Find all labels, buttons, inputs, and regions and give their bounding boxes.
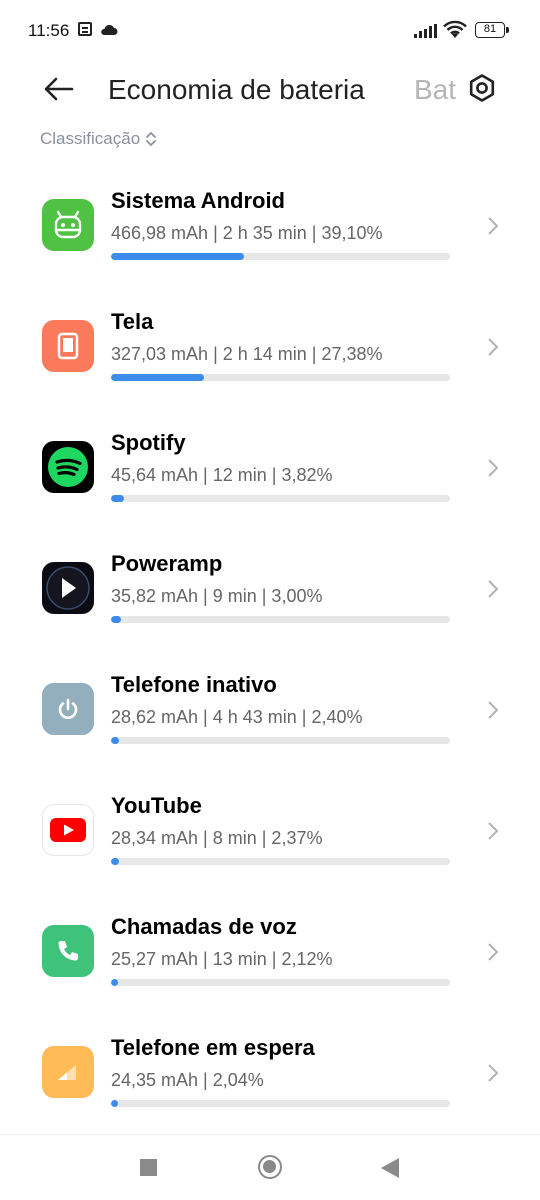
app-header: Economia de bateria Bat	[0, 60, 540, 120]
list-item-telefone-em-espera[interactable]: Telefone em espera 24,35 mAh | 2,04%	[0, 1022, 540, 1143]
app-usage-stats: 45,64 mAh | 12 min | 3,82%	[111, 465, 333, 485]
usage-progress-bar	[111, 374, 450, 381]
signal-icon	[42, 1046, 94, 1098]
usage-progress-bar	[111, 253, 450, 260]
home-button[interactable]	[258, 1155, 282, 1179]
sort-dropdown[interactable]: Classificação	[40, 129, 157, 149]
usage-progress-bar	[111, 737, 450, 744]
usage-progress-fill	[111, 374, 204, 381]
list-item-chamadas-de-voz[interactable]: Chamadas de voz 25,27 mAh | 13 min | 2,1…	[0, 901, 540, 1022]
tab-next-page[interactable]: Bat	[414, 74, 456, 106]
app-usage-stats: 28,62 mAh | 4 h 43 min | 2,40%	[111, 707, 363, 727]
youtube-icon	[42, 804, 94, 856]
app-name: Poweramp	[111, 551, 223, 576]
app-usage-stats: 35,82 mAh | 9 min | 3,00%	[111, 586, 323, 606]
usage-progress-fill	[111, 737, 120, 744]
message-notification-icon	[78, 22, 92, 36]
usage-progress-fill	[111, 858, 120, 865]
battery-icon: 81	[475, 22, 509, 38]
app-name: Telefone em espera	[111, 1035, 315, 1060]
page-title: Economia de bateria	[108, 74, 365, 105]
app-usage-stats: 327,03 mAh | 2 h 14 min | 27,38%	[111, 344, 383, 364]
phone-icon	[42, 925, 94, 977]
app-usage-stats: 24,35 mAh | 2,04%	[111, 1070, 264, 1090]
list-item-poweramp[interactable]: Poweramp 35,82 mAh | 9 min | 3,00%	[0, 538, 540, 659]
usage-progress-bar	[111, 1100, 450, 1107]
usage-progress-fill	[111, 253, 244, 260]
sort-label: Classificação	[40, 129, 141, 148]
usage-progress-bar	[111, 495, 450, 502]
spotify-icon	[42, 441, 94, 493]
screen-icon	[42, 320, 94, 372]
app-name: Spotify	[111, 430, 186, 455]
list-item-youtube[interactable]: YouTube 28,34 mAh | 8 min | 2,37%	[0, 780, 540, 901]
chevron-right-icon	[488, 1064, 499, 1082]
usage-progress-fill	[111, 495, 124, 502]
app-name: Chamadas de voz	[111, 914, 297, 939]
chevron-right-icon	[488, 217, 499, 235]
system-navigation-bar	[0, 1134, 540, 1200]
wifi-icon	[443, 20, 467, 38]
app-usage-stats: 28,34 mAh | 8 min | 2,37%	[111, 828, 323, 848]
recent-apps-button[interactable]	[140, 1159, 157, 1176]
settings-gear-icon[interactable]	[466, 72, 498, 104]
cloud-icon	[101, 24, 118, 35]
sort-updown-icon	[146, 132, 157, 146]
usage-progress-fill	[111, 979, 119, 986]
usage-progress-bar	[111, 858, 450, 865]
status-time: 11:56	[28, 21, 70, 40]
app-usage-stats: 25,27 mAh | 13 min | 2,12%	[111, 949, 333, 969]
list-item-spotify[interactable]: Spotify 45,64 mAh | 12 min | 3,82%	[0, 417, 540, 538]
chevron-right-icon	[488, 459, 499, 477]
android-icon	[42, 199, 94, 251]
poweramp-icon	[42, 562, 94, 614]
power-icon	[42, 683, 94, 735]
chevron-right-icon	[488, 580, 499, 598]
status-bar: 11:56 81	[0, 0, 540, 60]
usage-progress-bar	[111, 979, 450, 986]
chevron-right-icon	[488, 822, 499, 840]
list-item-telefone-inativo[interactable]: Telefone inativo 28,62 mAh | 4 h 43 min …	[0, 659, 540, 780]
app-usage-stats: 466,98 mAh | 2 h 35 min | 39,10%	[111, 223, 383, 243]
back-arrow-icon[interactable]	[40, 74, 76, 104]
chevron-right-icon	[488, 338, 499, 356]
usage-progress-bar	[111, 616, 450, 623]
app-usage-list: Sistema Android 466,98 mAh | 2 h 35 min …	[0, 175, 540, 1143]
chevron-right-icon	[488, 701, 499, 719]
usage-progress-fill	[111, 616, 122, 623]
app-name: Sistema Android	[111, 188, 285, 213]
cellular-signal-icon	[414, 24, 437, 38]
chevron-right-icon	[488, 943, 499, 961]
app-name: Tela	[111, 309, 154, 334]
app-name: YouTube	[111, 793, 202, 818]
app-name: Telefone inativo	[111, 672, 277, 697]
usage-progress-fill	[111, 1100, 118, 1107]
back-button[interactable]	[381, 1158, 399, 1178]
list-item-sistema-android[interactable]: Sistema Android 466,98 mAh | 2 h 35 min …	[0, 175, 540, 296]
list-item-tela[interactable]: Tela 327,03 mAh | 2 h 14 min | 27,38%	[0, 296, 540, 417]
